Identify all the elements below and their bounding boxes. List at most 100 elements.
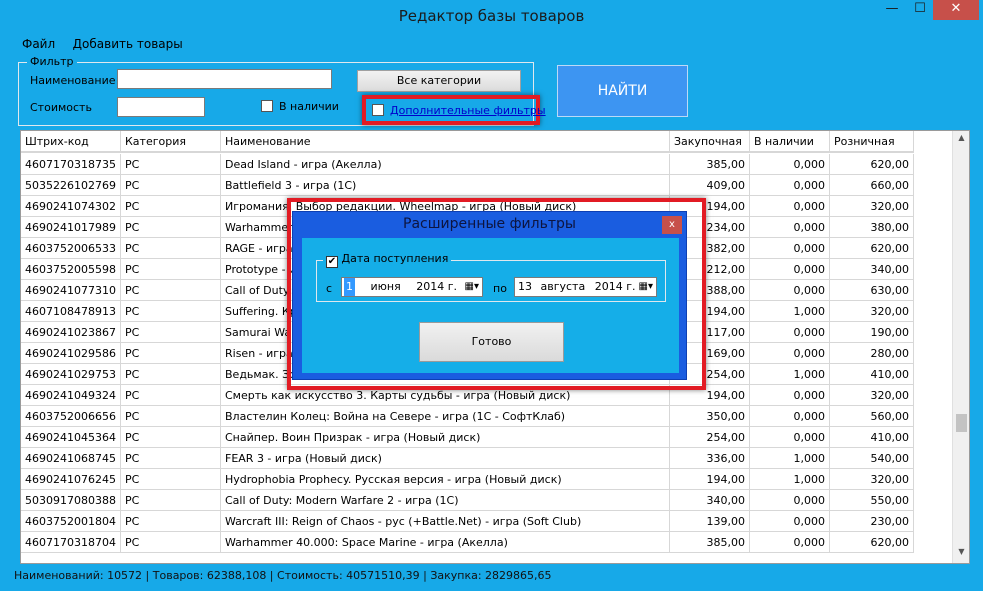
table-cell[interactable]: 0,000 — [750, 406, 830, 427]
table-cell[interactable]: 660,00 — [830, 175, 914, 196]
table-cell[interactable]: PC — [121, 406, 221, 427]
table-cell[interactable]: 320,00 — [830, 469, 914, 490]
table-cell[interactable]: 0,000 — [750, 511, 830, 532]
table-cell[interactable]: 340,00 — [670, 490, 750, 511]
maximize-button[interactable]: ☐ — [907, 0, 933, 20]
table-cell[interactable]: 410,00 — [830, 427, 914, 448]
table-cell[interactable]: 4690241068745 — [21, 448, 121, 469]
column-header[interactable]: Закупочная — [670, 131, 750, 152]
table-cell[interactable]: 4690241049324 — [21, 385, 121, 406]
column-header[interactable]: В наличии — [750, 131, 830, 152]
table-cell[interactable]: 0,000 — [750, 217, 830, 238]
from-day[interactable]: 1 — [344, 278, 355, 296]
table-cell[interactable]: PC — [121, 532, 221, 553]
table-cell[interactable]: 4607170318735 — [21, 154, 121, 175]
to-day[interactable]: 13 — [518, 280, 532, 293]
cost-input[interactable] — [117, 97, 205, 117]
table-cell[interactable]: 0,000 — [750, 280, 830, 301]
all-categories-button[interactable]: Все категории — [357, 70, 521, 92]
table-cell[interactable]: 4690241029753 — [21, 364, 121, 385]
done-button[interactable]: Готово — [419, 322, 564, 362]
close-button[interactable]: ✕ — [933, 0, 979, 20]
table-cell[interactable]: PC — [121, 217, 221, 238]
table-cell[interactable]: 4603752006533 — [21, 238, 121, 259]
table-cell[interactable]: 0,000 — [750, 385, 830, 406]
scroll-thumb[interactable] — [956, 414, 967, 432]
date-checkbox-checked-icon[interactable]: ✔ — [326, 256, 338, 268]
table-cell[interactable]: 385,00 — [670, 154, 750, 175]
table-cell[interactable]: 4607170318704 — [21, 532, 121, 553]
in-stock-checkbox[interactable] — [261, 100, 273, 112]
table-cell[interactable]: PC — [121, 238, 221, 259]
column-header[interactable]: Розничная — [830, 131, 914, 152]
table-cell[interactable]: Warcraft III: Reign of Chaos - рус (+Bat… — [221, 511, 670, 532]
table-cell[interactable]: FEAR 3 - игра (Новый диск) — [221, 448, 670, 469]
table-cell[interactable]: 1,000 — [750, 448, 830, 469]
menu-file[interactable]: Файл — [22, 37, 55, 51]
table-cell[interactable]: 254,00 — [670, 427, 750, 448]
table-cell[interactable]: PC — [121, 259, 221, 280]
table-cell[interactable]: 0,000 — [750, 532, 830, 553]
table-cell[interactable]: 560,00 — [830, 406, 914, 427]
table-cell[interactable]: 194,00 — [670, 469, 750, 490]
table-cell[interactable]: Call of Duty: Modern Warfare 2 - игра (1… — [221, 490, 670, 511]
table-cell[interactable]: PC — [121, 301, 221, 322]
table-cell[interactable]: 4690241077310 — [21, 280, 121, 301]
table-cell[interactable]: PC — [121, 511, 221, 532]
table-cell[interactable]: PC — [121, 175, 221, 196]
table-cell[interactable]: 320,00 — [830, 301, 914, 322]
table-cell[interactable]: PC — [121, 196, 221, 217]
table-cell[interactable]: 1,000 — [750, 364, 830, 385]
table-cell[interactable]: 280,00 — [830, 343, 914, 364]
table-cell[interactable]: 4603752006656 — [21, 406, 121, 427]
scroll-down-icon[interactable]: ▼ — [956, 547, 967, 556]
table-cell[interactable]: PC — [121, 280, 221, 301]
table-cell[interactable]: 4603752001804 — [21, 511, 121, 532]
column-header[interactable]: Категория — [121, 131, 221, 152]
table-cell[interactable]: 0,000 — [750, 175, 830, 196]
dialog-close-button[interactable]: x — [662, 216, 682, 234]
name-input[interactable] — [117, 69, 332, 89]
table-cell[interactable]: Властелин Колец: Война на Севере - игра … — [221, 406, 670, 427]
table-cell[interactable]: Dead Island - игра (Акелла) — [221, 154, 670, 175]
table-cell[interactable]: 139,00 — [670, 511, 750, 532]
table-cell[interactable]: 4690241029586 — [21, 343, 121, 364]
table-cell[interactable]: 1,000 — [750, 301, 830, 322]
table-cell[interactable]: PC — [121, 154, 221, 175]
table-cell[interactable]: 0,000 — [750, 154, 830, 175]
table-cell[interactable]: PC — [121, 385, 221, 406]
table-cell[interactable]: 0,000 — [750, 259, 830, 280]
table-cell[interactable]: 336,00 — [670, 448, 750, 469]
table-cell[interactable]: 540,00 — [830, 448, 914, 469]
minimize-button[interactable]: — — [877, 0, 907, 20]
table-cell[interactable]: 190,00 — [830, 322, 914, 343]
table-cell[interactable]: 230,00 — [830, 511, 914, 532]
vertical-scrollbar[interactable]: ▲ ▼ — [952, 131, 969, 563]
table-cell[interactable]: 320,00 — [830, 385, 914, 406]
table-cell[interactable]: Warhammer 40.000: Space Marine - игра (А… — [221, 532, 670, 553]
table-cell[interactable]: 320,00 — [830, 196, 914, 217]
table-cell[interactable]: 620,00 — [830, 532, 914, 553]
table-cell[interactable]: 620,00 — [830, 154, 914, 175]
table-cell[interactable]: 385,00 — [670, 532, 750, 553]
table-cell[interactable]: 0,000 — [750, 490, 830, 511]
table-cell[interactable]: 4690241045364 — [21, 427, 121, 448]
table-cell[interactable]: 5035226102769 — [21, 175, 121, 196]
calendar-dropdown-icon[interactable]: ▦▾ — [639, 278, 653, 296]
table-cell[interactable]: 0,000 — [750, 427, 830, 448]
table-cell[interactable]: Снайпер. Воин Призрак - игра (Новый диск… — [221, 427, 670, 448]
column-header[interactable]: Штрих-код — [21, 131, 121, 152]
table-cell[interactable]: 4603752005598 — [21, 259, 121, 280]
table-cell[interactable]: 550,00 — [830, 490, 914, 511]
scroll-up-icon[interactable]: ▲ — [956, 133, 967, 142]
extra-filters-checkbox[interactable] — [372, 104, 384, 116]
table-cell[interactable]: 4690241076245 — [21, 469, 121, 490]
menu-add-products[interactable]: Добавить товары — [73, 37, 183, 51]
table-cell[interactable]: 620,00 — [830, 238, 914, 259]
table-cell[interactable]: 0,000 — [750, 322, 830, 343]
table-cell[interactable]: 0,000 — [750, 343, 830, 364]
table-cell[interactable]: PC — [121, 343, 221, 364]
table-cell[interactable]: PC — [121, 427, 221, 448]
find-button[interactable]: НАЙТИ — [557, 65, 688, 117]
table-cell[interactable]: 1,000 — [750, 469, 830, 490]
